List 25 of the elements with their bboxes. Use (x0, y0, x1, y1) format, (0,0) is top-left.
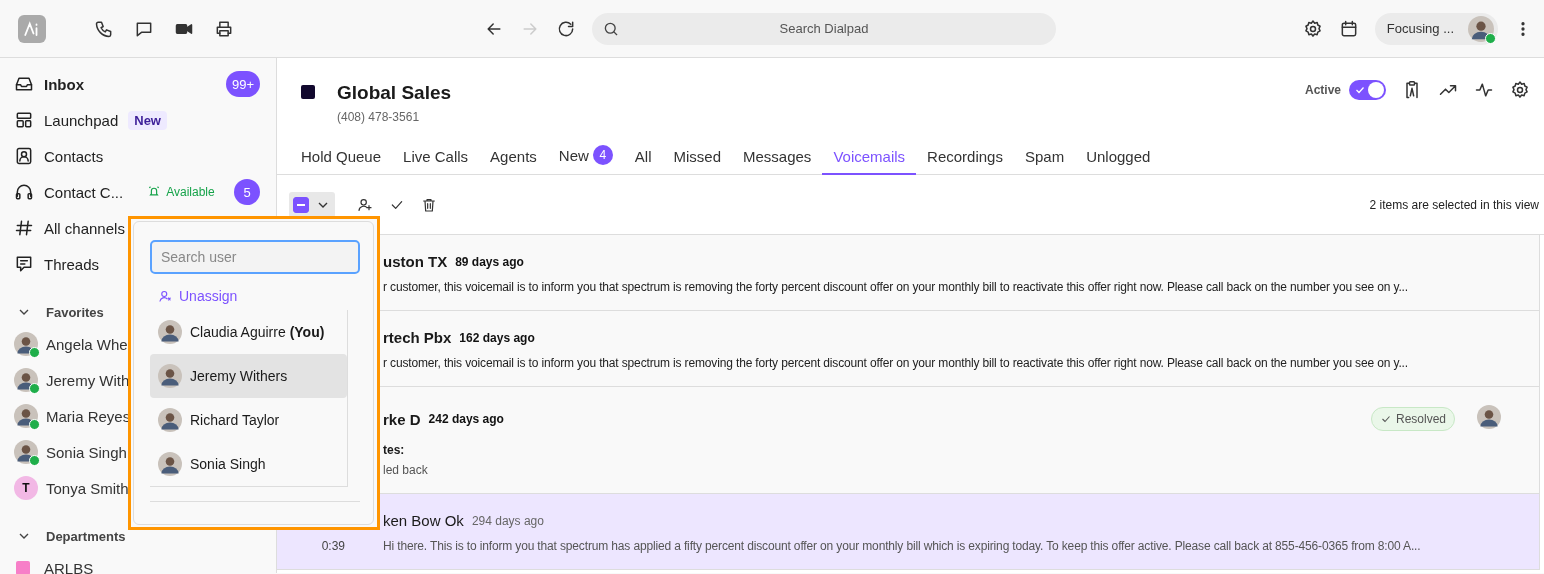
duration: 0:39 (321, 539, 345, 553)
age-label: 89 days ago (455, 254, 524, 269)
page-title: Global Sales (337, 82, 452, 104)
active-label: Active (1304, 83, 1341, 97)
availability-status: Available (147, 185, 215, 199)
count-badge: 4 (592, 145, 613, 165)
age-label: 294 days ago (471, 513, 544, 528)
new-tag: New (128, 110, 167, 130)
age-label: 242 days ago (428, 412, 504, 426)
selection-count: 2 items are selected in this view (1369, 197, 1539, 212)
transcript-text: r customer, this voicemail is to inform you that spectrum is removing the forty percent discount offer on your monthly bill to reactivate this offer right now. Please call back on the number you see on y... (383, 280, 1409, 294)
caller-name: rtech Pbx (383, 329, 452, 346)
avatar: T (14, 476, 38, 500)
count-badge: 99+ (225, 71, 260, 97)
transcript-text: r customer, this voicemail is to inform you that spectrum is removing the forty percent discount offer on your monthly bill to reactivate this offer right now. Please call back on the number you see on y... (383, 356, 1409, 370)
resolved-tag: Resolved (1370, 407, 1455, 431)
caller-name: ken Bow Ok (383, 512, 464, 529)
caller-name: rke D (383, 410, 421, 428)
transcript-text: Hi there. This is to inform you that spectrum has applied a fifty percent discount offer on your monthly bill which is expiring today. To keep this offer active. Please call back at 855-456-0365 from 8:00 A... (383, 539, 1422, 553)
notes-label: tes: (383, 443, 406, 457)
age-label: 162 days ago (459, 330, 535, 345)
count-badge: 5 (234, 179, 260, 205)
note-text: led back (383, 463, 429, 477)
phone-number: (408) 478-3561 (337, 110, 421, 124)
caller-name: uston TX (383, 253, 448, 270)
